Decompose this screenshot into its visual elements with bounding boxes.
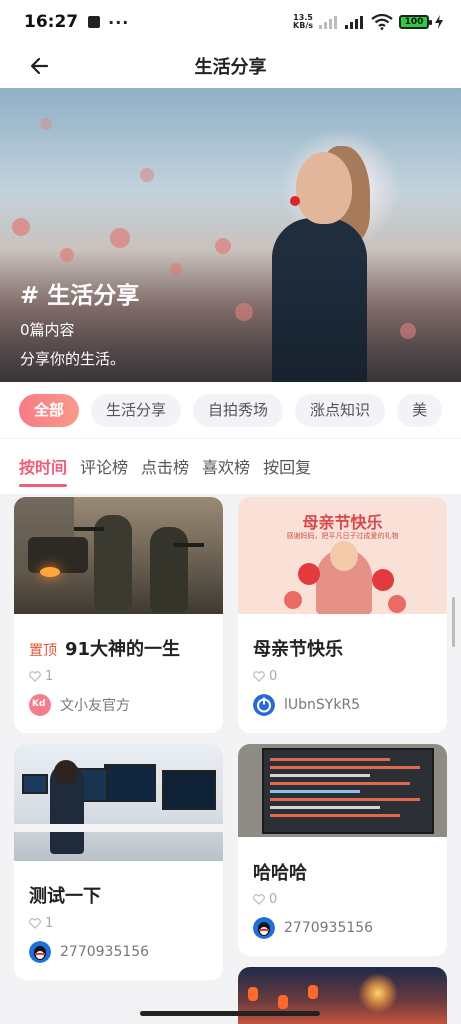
pinned-badge: 置顶: [29, 643, 57, 659]
category-chip-selfie[interactable]: 自拍秀场: [193, 393, 284, 427]
post-card[interactable]: 置顶 91大神的一生 1 Kd 文小友官方: [14, 497, 223, 733]
charging-icon: [435, 15, 443, 29]
topic-title: # 生活分享: [20, 283, 140, 309]
wifi-icon: [371, 14, 393, 30]
avatar: Kd: [29, 694, 51, 716]
post-author[interactable]: 2770935156: [253, 917, 373, 939]
banner-flower: [12, 218, 30, 236]
home-indicator[interactable]: [140, 1011, 320, 1016]
sort-tab-time[interactable]: 按时间: [19, 454, 68, 487]
signal-icon: [345, 16, 363, 29]
post-likes[interactable]: 1: [29, 669, 53, 684]
avatar: [253, 917, 275, 939]
topic-description: 分享你的生活。: [20, 350, 126, 368]
post-author[interactable]: Kd 文小友官方: [29, 694, 130, 716]
top-app-bar: 生活分享: [0, 44, 461, 88]
sort-tab-replies[interactable]: 按回复: [263, 454, 311, 480]
heart-icon: [29, 671, 41, 682]
banner-flower: [140, 168, 154, 182]
post-author[interactable]: lUbnSYkR5: [253, 694, 360, 716]
sort-tab-likes[interactable]: 喜欢榜: [202, 454, 250, 480]
topic-post-count: 0篇内容: [20, 321, 75, 339]
sort-tabs: 按时间 评论榜 点击榜 喜欢榜 按回复: [0, 438, 461, 494]
status-bar: 16:27 ··· 13.5 KB/s 100: [0, 0, 461, 44]
network-speed: 13.5 KB/s: [293, 13, 313, 30]
banner-rose: [290, 196, 300, 206]
more-notifications-icon: ···: [108, 12, 130, 32]
signal-weak-icon: [319, 16, 337, 29]
arrow-left-icon: [30, 57, 49, 75]
battery-icon: 100: [399, 15, 432, 29]
heart-icon: [29, 918, 41, 929]
post-author[interactable]: 2770935156: [29, 941, 149, 963]
category-chip-life[interactable]: 生活分享: [91, 393, 182, 427]
notification-icon: [88, 16, 101, 28]
category-tabs: 全部 生活分享 自拍秀场 涨点知识 美: [0, 382, 461, 438]
post-card[interactable]: 母亲节快乐 感谢妈妈，把平凡日子过成爱的礼物 母亲节快乐 0 lUbnSYkR5: [238, 497, 447, 733]
post-likes[interactable]: 0: [253, 892, 277, 907]
banner-flower: [40, 118, 52, 130]
post-title: 母亲节快乐: [253, 639, 343, 660]
topic-banner: # 生活分享 0篇内容 分享你的生活。: [0, 88, 461, 382]
banner-flower: [110, 228, 130, 248]
category-chip-all[interactable]: 全部: [19, 393, 80, 427]
post-card[interactable]: 哈哈哈 0 2770935156: [238, 744, 447, 956]
post-likes[interactable]: 0: [253, 669, 277, 684]
post-title: 哈哈哈: [253, 863, 307, 884]
post-image-mothers-day: 母亲节快乐 感谢妈妈，把平凡日子过成爱的礼物: [238, 497, 447, 614]
post-image-code-screen: [238, 744, 447, 837]
status-time: 16:27: [24, 12, 79, 32]
scrollbar[interactable]: [452, 597, 455, 647]
banner-woman-head: [296, 152, 352, 224]
post-card[interactable]: 测试一下 1 2770935156: [14, 744, 223, 980]
avatar: [29, 941, 51, 963]
post-likes[interactable]: 1: [29, 916, 53, 931]
post-title: 测试一下: [29, 886, 101, 907]
category-chip-beauty[interactable]: 美: [397, 393, 443, 427]
post-title: 91大神的一生: [65, 639, 181, 660]
post-image-soldiers: [14, 497, 223, 614]
avatar: [253, 694, 275, 716]
category-chip-knowledge[interactable]: 涨点知识: [295, 393, 386, 427]
back-button[interactable]: [26, 52, 54, 80]
heart-icon: [253, 894, 265, 905]
sort-tab-comments[interactable]: 评论榜: [80, 454, 128, 480]
sort-tab-clicks[interactable]: 点击榜: [141, 454, 189, 480]
page-title: 生活分享: [194, 57, 267, 78]
heart-icon: [253, 671, 265, 682]
post-image-office: [14, 744, 223, 861]
